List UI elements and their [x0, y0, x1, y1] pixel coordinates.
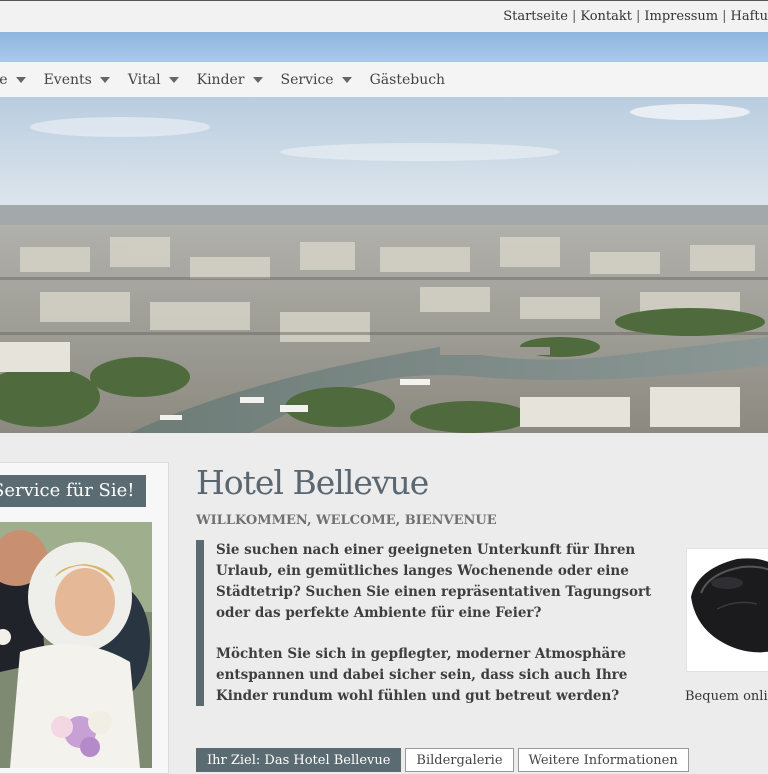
top-links: Startseite | Kontakt | Impressum | Haftu	[503, 9, 768, 24]
nav-item-label: Kinder	[197, 72, 245, 88]
page-subtitle: WILLKOMMEN, WELCOME, BIENVENUE	[196, 513, 497, 528]
nav-item-kinder[interactable]: Kinder	[197, 72, 263, 88]
top-utility-bar: Startseite | Kontakt | Impressum | Haftu	[0, 0, 768, 32]
nav-item-label: Service	[281, 72, 334, 88]
chevron-down-icon	[342, 77, 352, 83]
nav-item-events[interactable]: Events	[44, 72, 110, 88]
link-separator: |	[722, 9, 726, 24]
tab-weitere-informationen[interactable]: Weitere Informationen	[518, 748, 689, 772]
sidebar-heading: Service für Sie!	[0, 475, 146, 507]
intro-paragraph-2: Möchten Sie sich in gepflegter, moderner…	[216, 644, 676, 707]
quote-accent-bar	[196, 540, 204, 706]
sidebar-heading-label: Service für Sie!	[0, 475, 135, 507]
header-sky-strip	[0, 32, 768, 62]
tab-bildergalerie[interactable]: Bildergalerie	[405, 748, 513, 772]
content-tabs: Ihr Ziel: Das Hotel Bellevue Bildergaler…	[196, 748, 689, 772]
link-kontakt[interactable]: Kontakt	[580, 9, 632, 24]
nav-item-vital[interactable]: Vital	[128, 72, 179, 88]
computer-mouse-image[interactable]	[686, 548, 768, 672]
nav-item-label: me	[0, 72, 8, 88]
wedding-couple-image	[0, 522, 152, 768]
tab-ihr-ziel[interactable]: Ihr Ziel: Das Hotel Bellevue	[196, 748, 401, 772]
link-startseite[interactable]: Startseite	[503, 9, 568, 24]
link-separator: |	[572, 9, 576, 24]
page-title: Hotel Bellevue	[196, 463, 428, 502]
nav-item-home[interactable]: me	[0, 72, 26, 88]
link-separator: |	[636, 9, 640, 24]
link-impressum[interactable]: Impressum	[644, 9, 718, 24]
nav-item-service[interactable]: Service	[281, 72, 352, 88]
chevron-down-icon	[16, 77, 26, 83]
nav-item-label: Vital	[128, 72, 161, 88]
chevron-down-icon	[253, 77, 263, 83]
nav-item-label: Events	[44, 72, 92, 88]
main-navigation: me Events Vital Kinder Service Gästebuch	[0, 62, 768, 97]
chevron-down-icon	[100, 77, 110, 83]
online-booking-caption[interactable]: Bequem onlin	[685, 689, 768, 704]
intro-paragraph-1: Sie suchen nach einer geeigneten Unterku…	[216, 540, 676, 624]
nav-item-label: Gästebuch	[370, 72, 445, 88]
chevron-down-icon	[169, 77, 179, 83]
link-haftung[interactable]: Haftu	[731, 9, 768, 24]
nav-item-gaestebuch[interactable]: Gästebuch	[370, 72, 445, 88]
hero-city-panorama-image	[0, 97, 768, 433]
